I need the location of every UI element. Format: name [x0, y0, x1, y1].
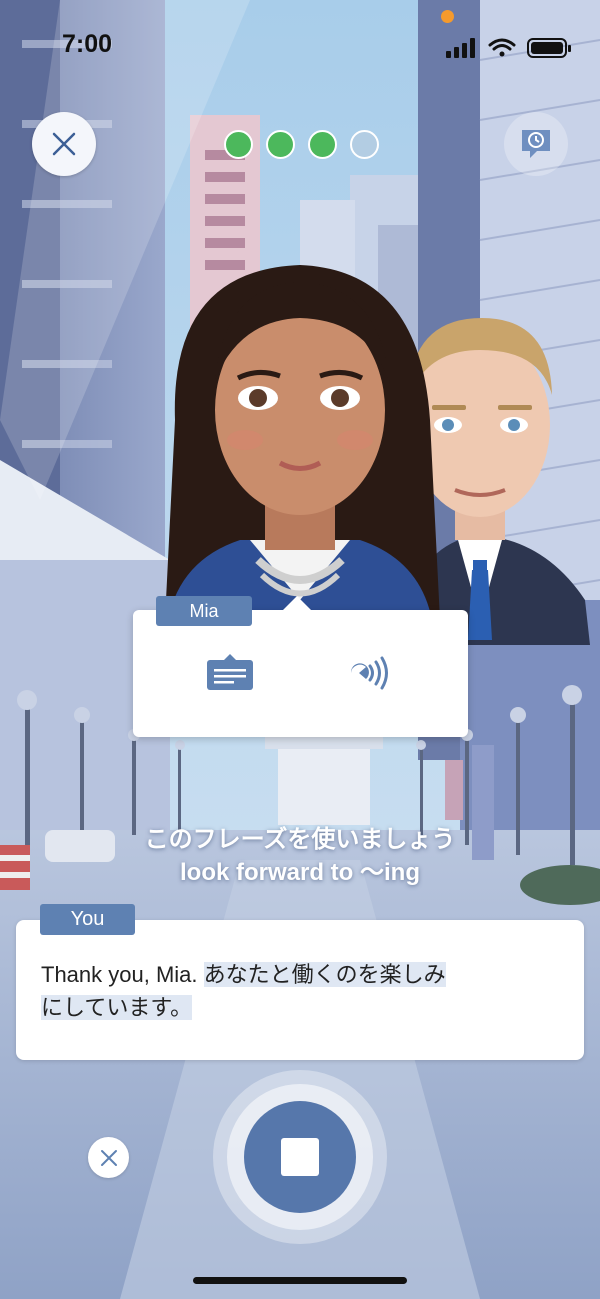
reply-text-highlight: あなたと働くのを楽しみ	[203, 962, 446, 987]
signal-icon	[446, 38, 475, 58]
popup-pointer	[283, 596, 311, 610]
reply-text: Thank you, Mia. あなたと働くのを楽しみ にしています。	[41, 958, 511, 1024]
stop-icon	[281, 1138, 319, 1176]
battery-icon	[527, 38, 571, 58]
speaker-audio-icon	[350, 656, 388, 690]
status-icons	[446, 38, 571, 58]
you-tag: You	[40, 904, 135, 935]
wifi-icon	[488, 38, 516, 57]
speaker-name-tag: Mia	[156, 596, 252, 626]
close-icon	[52, 132, 76, 156]
transcript-icon	[207, 654, 253, 690]
status-bar: 7:00	[0, 0, 600, 90]
cancel-recording-button[interactable]	[88, 1137, 129, 1178]
close-icon	[100, 1149, 117, 1166]
phrase-hint: このフレーズを使いましょう look forward to ～ing	[0, 820, 600, 888]
phrase-instruction: このフレーズを使いましょう	[144, 825, 456, 853]
reply-card: Thank you, Mia. あなたと働くのを楽しみ にしています。	[16, 920, 584, 1060]
status-time: 7:00	[62, 30, 113, 58]
home-indicator[interactable]	[193, 1277, 407, 1284]
progress-indicator	[224, 130, 379, 159]
chat-clock-icon	[522, 130, 550, 158]
reply-text-plain: Thank you, Mia.	[41, 962, 204, 987]
speaker-popup: Mia	[133, 596, 468, 737]
replay-audio-button[interactable]	[345, 654, 393, 692]
stop-recording-button[interactable]	[244, 1101, 356, 1213]
progress-dot-completed	[266, 130, 295, 159]
show-transcript-button[interactable]	[206, 654, 254, 692]
hint-button[interactable]	[504, 112, 568, 176]
progress-dot-completed	[224, 130, 253, 159]
avatar-mia	[165, 265, 440, 620]
close-button[interactable]	[32, 112, 96, 176]
recording-indicator-dot	[441, 10, 454, 23]
progress-dot-remaining	[350, 130, 379, 159]
progress-dot-completed	[308, 130, 337, 159]
reply-text-highlight: にしています。	[41, 995, 193, 1020]
target-phrase: look forward to ～ing	[180, 859, 420, 886]
